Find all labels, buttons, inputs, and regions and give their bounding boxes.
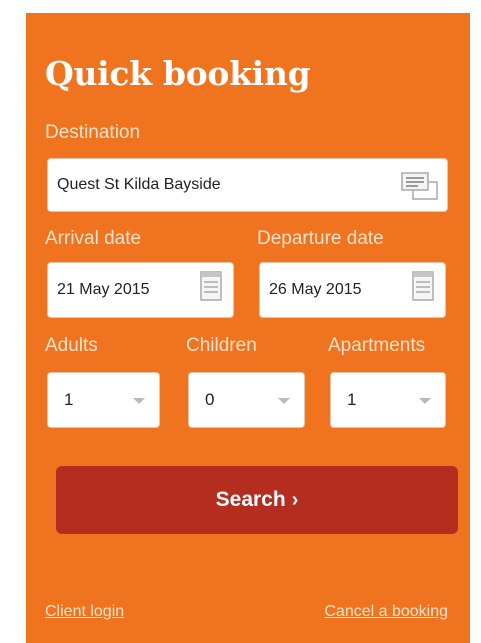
chevron-right-icon: › bbox=[291, 488, 299, 511]
apartments-value: 1 bbox=[347, 390, 357, 409]
search-button-label: Search bbox=[215, 488, 286, 511]
chevron-down-icon bbox=[419, 398, 431, 404]
client-login-link[interactable]: Client login bbox=[45, 603, 124, 621]
destination-label: Destination bbox=[45, 122, 141, 143]
arrival-date-value: 21 May 2015 bbox=[57, 281, 150, 298]
children-label: Children bbox=[186, 335, 257, 356]
adults-select[interactable]: 1 bbox=[47, 372, 160, 428]
apartments-label: Apartments bbox=[328, 335, 426, 356]
calendar-icon[interactable] bbox=[412, 271, 434, 306]
departure-date-label: Departure date bbox=[257, 228, 384, 249]
destination-field[interactable]: Quest St Kilda Bayside bbox=[47, 158, 448, 212]
apartments-select[interactable]: 1 bbox=[330, 372, 446, 428]
children-select[interactable]: 0 bbox=[188, 372, 305, 428]
children-value: 0 bbox=[205, 390, 215, 409]
adults-label: Adults bbox=[45, 335, 98, 356]
panel-title: Quick booking bbox=[45, 54, 311, 93]
calendar-icon[interactable] bbox=[200, 271, 222, 306]
departure-date-field[interactable]: 26 May 2015 bbox=[259, 262, 446, 318]
chevron-down-icon bbox=[133, 398, 145, 404]
list-icon[interactable] bbox=[401, 172, 439, 205]
destination-value: Quest St Kilda Bayside bbox=[57, 176, 221, 193]
quick-booking-panel: Quick booking Destination Quest St Kilda… bbox=[26, 13, 470, 643]
adults-value: 1 bbox=[64, 390, 74, 409]
search-button[interactable]: Search › bbox=[56, 466, 458, 534]
chevron-down-icon bbox=[278, 398, 290, 404]
arrival-date-field[interactable]: 21 May 2015 bbox=[47, 262, 234, 318]
cancel-booking-link[interactable]: Cancel a booking bbox=[324, 603, 448, 621]
departure-date-value: 26 May 2015 bbox=[269, 281, 362, 298]
arrival-date-label: Arrival date bbox=[45, 228, 142, 249]
